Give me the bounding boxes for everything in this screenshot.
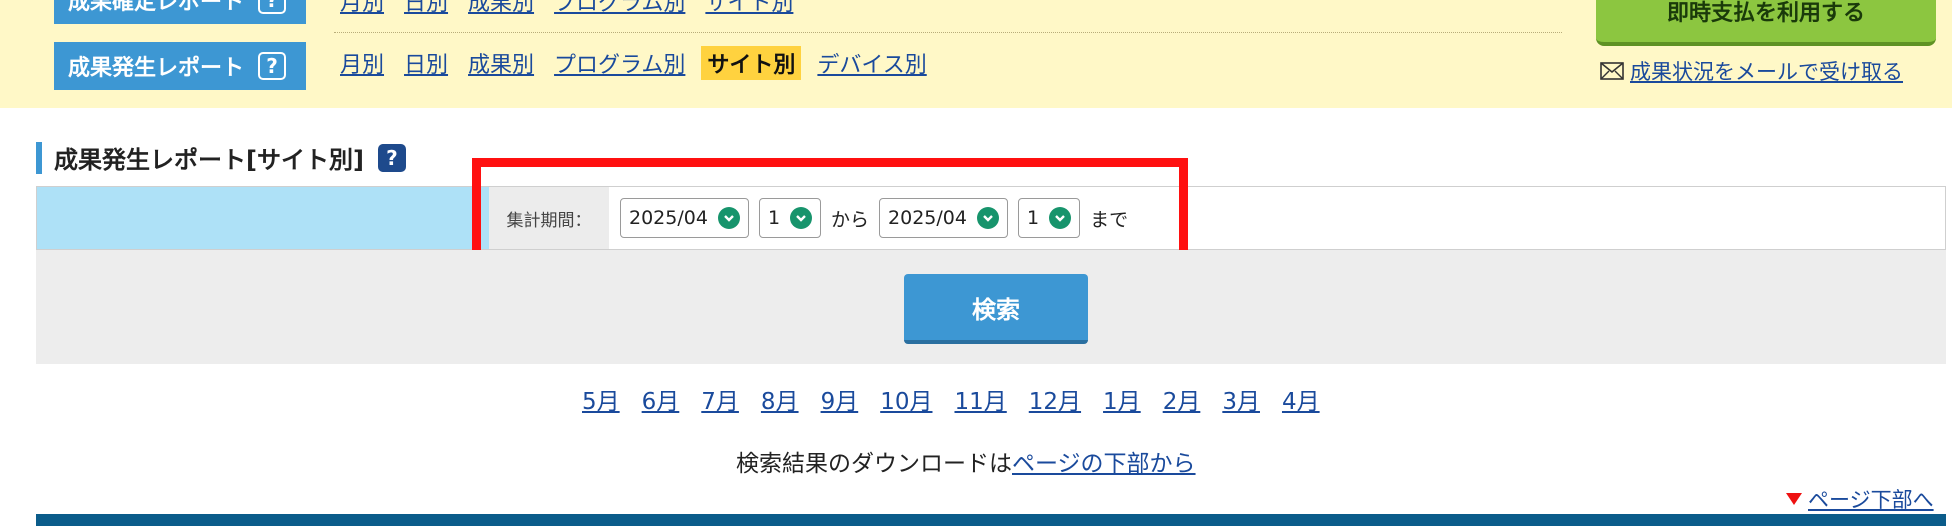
- month-link[interactable]: 10月: [880, 382, 932, 416]
- nav-divider: [334, 32, 1562, 33]
- question-icon[interactable]: ?: [377, 143, 406, 172]
- month-link[interactable]: 6月: [642, 382, 680, 416]
- download-link[interactable]: ページの下部から: [1012, 451, 1196, 477]
- tab-device[interactable]: デバイス別: [813, 46, 930, 80]
- tab-program[interactable]: プログラム別: [550, 46, 689, 80]
- title-accent-bar: [36, 141, 42, 174]
- search-button[interactable]: 検索: [904, 274, 1088, 344]
- question-icon[interactable]: ?: [258, 0, 287, 14]
- tab-confirmed-program[interactable]: プログラム別: [550, 0, 689, 18]
- month-links: 5月 6月 7月 8月 9月 10月 11月 12月 1月 2月 3月 4月: [582, 382, 1320, 416]
- confirmed-report-label: 成果確定レポート ?: [54, 0, 306, 24]
- tab-confirmed-monthly[interactable]: 月別: [336, 0, 388, 18]
- month-link[interactable]: 9月: [821, 382, 859, 416]
- month-link[interactable]: 2月: [1163, 382, 1201, 416]
- page-title: 成果発生レポート[サイト別] ?: [36, 140, 406, 175]
- download-note: 検索結果のダウンロードはページの下部から: [736, 451, 1196, 477]
- mail-icon: [1600, 62, 1624, 80]
- month-link[interactable]: 11月: [954, 382, 1006, 416]
- tab-site[interactable]: サイト別: [701, 46, 802, 80]
- page-bottom-link[interactable]: ページ下部へ: [1786, 484, 1934, 514]
- month-link[interactable]: 1月: [1103, 382, 1141, 416]
- occurrence-report-tabs: 月別 日別 成果別 プログラム別 サイト別 デバイス別: [336, 46, 931, 80]
- tab-daily[interactable]: 日別: [400, 46, 452, 80]
- tab-monthly[interactable]: 月別: [336, 46, 388, 80]
- question-icon[interactable]: ?: [258, 52, 287, 80]
- mail-notify-link[interactable]: 成果状況をメールで受け取る: [1600, 56, 1903, 86]
- month-link[interactable]: 5月: [582, 382, 620, 416]
- triangle-down-icon: [1786, 493, 1802, 505]
- month-link[interactable]: 3月: [1222, 382, 1260, 416]
- tab-confirmed-site[interactable]: サイト別: [701, 0, 797, 18]
- month-link[interactable]: 4月: [1282, 382, 1320, 416]
- month-link[interactable]: 7月: [701, 382, 739, 416]
- instant-pay-button[interactable]: 即時支払を利用する: [1596, 0, 1936, 46]
- month-link[interactable]: 8月: [761, 382, 799, 416]
- tab-confirmed-result[interactable]: 成果別: [464, 0, 538, 18]
- confirmed-report-tabs: 月別 日別 成果別 プログラム別 サイト別: [336, 0, 797, 18]
- table-header-bar: [36, 514, 1946, 526]
- month-link[interactable]: 12月: [1029, 382, 1081, 416]
- tab-confirmed-daily[interactable]: 日別: [400, 0, 452, 18]
- tab-result[interactable]: 成果別: [464, 46, 538, 80]
- highlight-box: [472, 158, 1188, 262]
- occurrence-report-label: 成果発生レポート ?: [54, 42, 306, 90]
